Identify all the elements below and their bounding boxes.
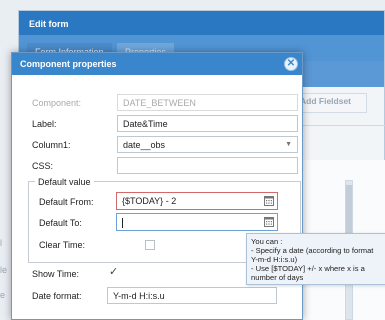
css-label: CSS: bbox=[32, 161, 54, 171]
column1-value: date__obs bbox=[123, 140, 166, 150]
default-to-input[interactable] bbox=[116, 213, 278, 231]
default-from-value: {$TODAY} - 2 bbox=[122, 196, 177, 206]
calendar-icon[interactable] bbox=[264, 196, 274, 206]
column1-select[interactable]: date__obs ▼ bbox=[117, 136, 298, 153]
background-text-fragment: l bbox=[0, 238, 2, 248]
chevron-down-icon: ▼ bbox=[285, 141, 292, 148]
date-help-tooltip: You can : - Specify a date (according to… bbox=[246, 233, 385, 285]
tooltip-line: You can : bbox=[251, 237, 283, 246]
add-fieldset-label: Add Fieldset bbox=[300, 96, 352, 106]
component-field: DATE_BETWEEN bbox=[117, 94, 298, 111]
show-time-checkbox[interactable]: ✓ bbox=[109, 266, 119, 279]
tooltip-line: Y-m-d H:i:s.u) bbox=[251, 255, 298, 264]
checkmark-icon: ✓ bbox=[109, 266, 119, 278]
date-format-input[interactable]: Y-m-d H:i:s.u bbox=[107, 287, 277, 304]
component-label: Component: bbox=[32, 98, 82, 108]
label-input[interactable]: Date&Time bbox=[117, 115, 298, 132]
default-from-input[interactable]: {$TODAY} - 2 bbox=[116, 192, 278, 210]
clear-time-label: Clear Time: bbox=[39, 240, 86, 250]
default-to-label: Default To: bbox=[39, 218, 82, 228]
close-icon[interactable]: ✕ bbox=[284, 57, 298, 71]
clear-time-checkbox[interactable] bbox=[145, 240, 155, 250]
edit-form-title: Edit form bbox=[19, 11, 384, 35]
tooltip-line: - Specify a date (according to format bbox=[251, 246, 374, 255]
background-text-fragment: e bbox=[0, 290, 6, 300]
show-time-label: Show Time: bbox=[32, 269, 80, 279]
default-value-legend: Default value bbox=[35, 177, 94, 187]
tooltip-line: - Use [$TODAY] +/- x where x is a bbox=[251, 264, 365, 273]
dialog-title: Component properties bbox=[12, 53, 302, 75]
column1-label: Column1: bbox=[32, 140, 71, 150]
date-format-label: Date format: bbox=[32, 291, 82, 301]
label-label: Label: bbox=[32, 119, 57, 129]
default-from-label: Default From: bbox=[39, 197, 94, 207]
css-input[interactable] bbox=[117, 157, 298, 174]
calendar-icon[interactable] bbox=[264, 217, 274, 227]
text-cursor bbox=[122, 217, 123, 228]
tooltip-line: number of days bbox=[251, 273, 304, 282]
background-text-fragment: le bbox=[0, 265, 8, 275]
